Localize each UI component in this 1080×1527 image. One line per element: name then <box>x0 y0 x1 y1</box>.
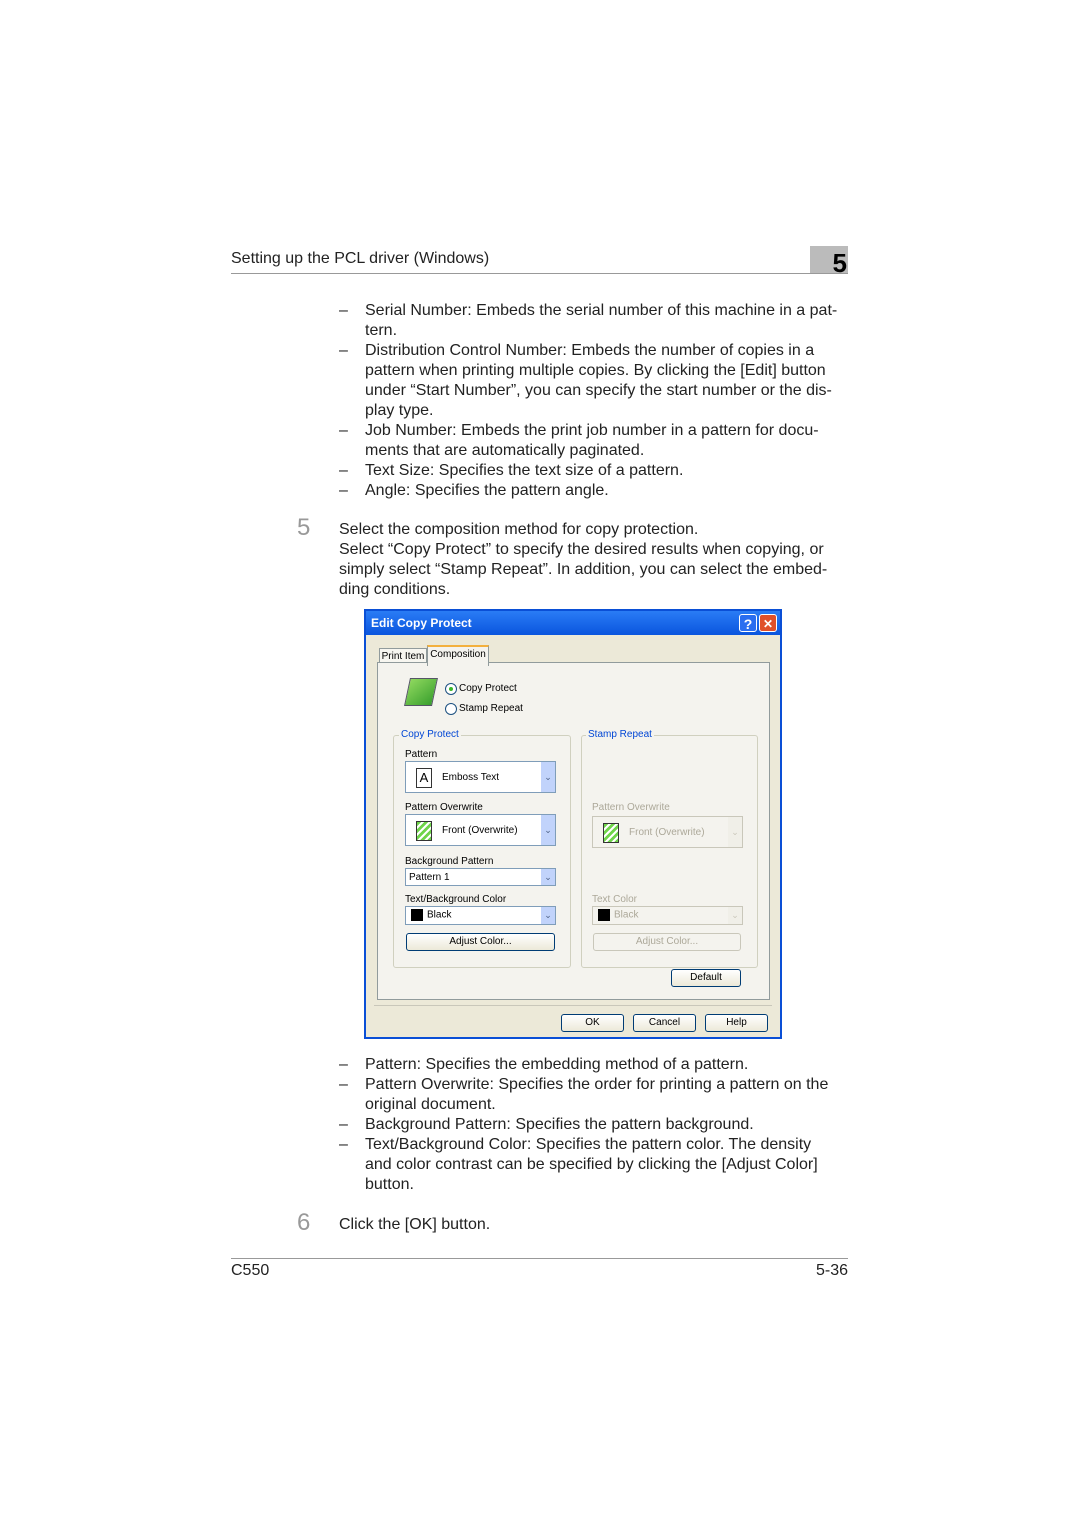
bullet-line: pattern when printing multiple copies. B… <box>365 362 826 379</box>
bullet-dash: – <box>339 1056 348 1073</box>
pattern-overwrite-value: Front (Overwrite) <box>442 825 518 836</box>
step-line: Select “Copy Protect” to specify the des… <box>339 541 824 558</box>
text-background-color-dropdown[interactable]: Black ⌄ <box>405 906 556 925</box>
bullet-line: Background Pattern: Specifies the patter… <box>365 1116 754 1133</box>
header-title: Setting up the PCL driver (Windows) <box>231 250 490 267</box>
footer-rule <box>231 1258 848 1259</box>
bullet-line: and color contrast can be specified by c… <box>365 1156 818 1173</box>
chapter-number: 5 <box>832 248 847 278</box>
text-color-label: Text Color <box>592 894 638 905</box>
step-number-6: 6 <box>297 1209 311 1236</box>
pattern-overwrite-label: Pattern Overwrite <box>405 802 483 813</box>
stamp-pattern-overwrite-dropdown[interactable]: Front (Overwrite) ⌄ <box>592 816 743 848</box>
bullet-line: Serial Number: Embeds the serial number … <box>365 302 838 319</box>
header-rule <box>231 273 848 274</box>
background-pattern-value: Pattern 1 <box>409 872 450 883</box>
background-pattern-dropdown[interactable]: Pattern 1 ⌄ <box>405 868 556 886</box>
ok-button[interactable]: OK <box>561 1014 624 1032</box>
pattern-overwrite-dropdown[interactable]: Front (Overwrite) ⌄ <box>405 814 556 846</box>
pattern-label: Pattern <box>405 749 438 760</box>
bullet-line: Text Size: Specifies the text size of a … <box>365 462 684 479</box>
radio-stamp-repeat[interactable] <box>445 703 457 715</box>
text-color-dropdown[interactable]: Black ⌄ <box>592 906 743 925</box>
dialog-title-bar: Edit Copy Protect <box>366 611 780 635</box>
chevron-down-icon[interactable]: ⌄ <box>541 907 555 924</box>
bullet-dash: – <box>339 482 348 499</box>
default-button[interactable]: Default <box>671 969 741 987</box>
close-icon[interactable]: ✕ <box>759 614 777 632</box>
step-line: simply select “Stamp Repeat”. In additio… <box>339 561 828 578</box>
bullet-line: play type. <box>365 402 434 419</box>
bullet-dash: – <box>339 1116 348 1133</box>
footer-page-number: 5-36 <box>815 1262 848 1279</box>
chevron-down-icon[interactable]: ⌄ <box>541 815 555 845</box>
help-icon[interactable]: ? <box>739 614 757 632</box>
stamp-overwrite-value: Front (Overwrite) <box>629 827 705 838</box>
emboss-text-icon: A <box>416 768 432 788</box>
bullet-line: Text/Background Color: Specifies the pat… <box>365 1136 812 1153</box>
background-pattern-label: Background Pattern <box>405 856 494 867</box>
bullet-line: Pattern Overwrite: Specifies the order f… <box>365 1076 829 1093</box>
bullet-line: original document. <box>365 1096 496 1113</box>
bullet-dash: – <box>339 462 348 479</box>
bullet-line: under “Start Number”, you can specify th… <box>365 382 832 399</box>
step-number-5: 5 <box>297 514 311 541</box>
copy-protect-icon <box>404 678 438 706</box>
step-5-text: Select the composition method for copy p… <box>339 520 827 600</box>
tab-composition[interactable]: Composition <box>427 645 489 666</box>
bullet-dash: – <box>339 422 348 439</box>
stamp-color-value-text: Black <box>614 909 639 921</box>
bullet-dash: – <box>339 1076 348 1093</box>
adjust-color-button[interactable]: Adjust Color... <box>406 933 555 951</box>
overwrite-pattern-icon <box>603 823 619 843</box>
dialog-separator <box>374 1005 772 1006</box>
text-background-color-label: Text/Background Color <box>405 894 507 905</box>
step-line: ding conditions. <box>339 581 451 598</box>
black-swatch <box>598 909 610 921</box>
step-6-text: Click the [OK] button. <box>339 1216 491 1233</box>
bullet-line: Pattern: Specifies the embedding method … <box>365 1056 749 1073</box>
stamp-repeat-group-label: Stamp Repeat <box>586 729 654 740</box>
copy-protect-group-label: Copy Protect <box>399 729 461 740</box>
bullet-line: tern. <box>365 322 398 339</box>
stamp-adjust-color-button[interactable]: Adjust Color... <box>593 933 741 951</box>
color-value-text: Black <box>427 909 452 921</box>
bullet-line: button. <box>365 1176 414 1193</box>
radio-copy-protect[interactable] <box>445 683 457 695</box>
tab-panel: Copy Protect Stamp Repeat Copy Protect P… <box>377 662 770 1000</box>
cancel-button[interactable]: Cancel <box>633 1014 696 1032</box>
help-button[interactable]: Help <box>705 1014 768 1032</box>
bullet-dash: – <box>339 342 348 359</box>
chevron-down-icon[interactable]: ⌄ <box>541 762 555 792</box>
stamp-color-value: Black <box>598 909 638 921</box>
radio-stamp-repeat-label[interactable]: Stamp Repeat <box>459 703 523 714</box>
overwrite-pattern-icon <box>416 821 432 841</box>
bullet-line: Angle: Specifies the pattern angle. <box>365 482 609 499</box>
bullet-dash: – <box>339 302 348 319</box>
radio-copy-protect-label[interactable]: Copy Protect <box>459 683 517 694</box>
chapter-tab: 5 <box>810 246 848 278</box>
chevron-down-icon[interactable]: ⌄ <box>541 869 555 885</box>
step-line: Select the composition method for copy p… <box>339 521 699 538</box>
color-value: Black <box>411 909 451 921</box>
pattern-value: Emboss Text <box>442 772 500 783</box>
manual-page: Setting up the PCL driver (Windows) 5 – S… <box>0 0 1080 1527</box>
black-swatch <box>411 909 423 921</box>
dialog-title: Edit Copy Protect <box>371 616 472 630</box>
bullet-line: Distribution Control Number: Embeds the … <box>365 342 815 359</box>
edit-copy-protect-dialog: Edit Copy Protect ? ✕ Print Item Composi… <box>364 609 782 1039</box>
stamp-pattern-overwrite-label: Pattern Overwrite <box>592 802 670 813</box>
bullet-dash: – <box>339 1136 348 1153</box>
chevron-down-icon: ⌄ <box>728 907 742 924</box>
footer-model: C550 <box>231 1262 270 1279</box>
bullet-line: Job Number: Embeds the print job number … <box>365 422 819 439</box>
pattern-dropdown[interactable]: A Emboss Text ⌄ <box>405 761 556 793</box>
chevron-down-icon: ⌄ <box>728 817 742 847</box>
bullet-line: ments that are automatically paginated. <box>365 442 645 459</box>
